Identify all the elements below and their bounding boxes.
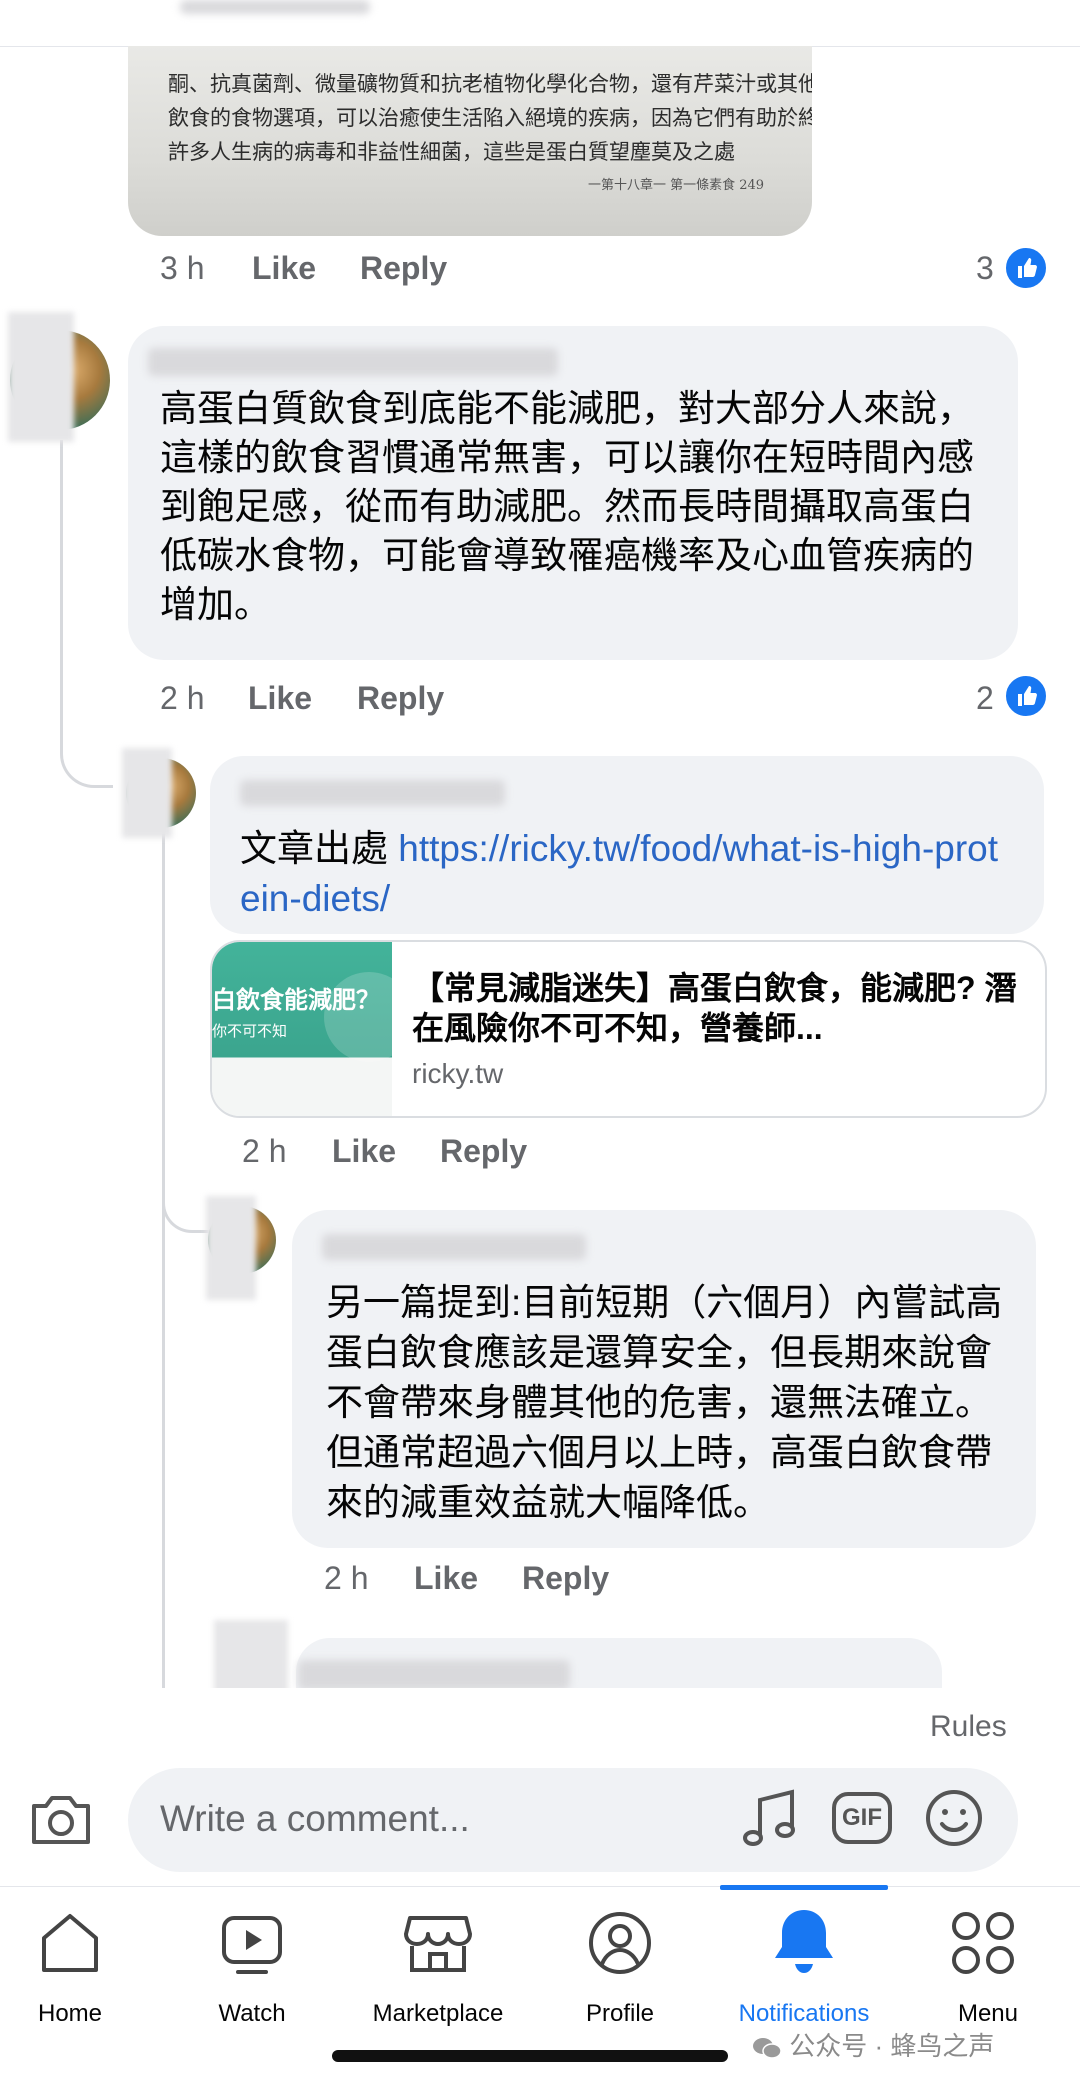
reply-text: 另一篇提到:目前短期（六個月）內嘗試高蛋白飲食應該是還算安全，但長期來說會不會帶… xyxy=(326,1282,1003,1523)
photo-line: 飲食的食物選項，可以治癒使生活陷入絕境的疾病，因為它們有助於終止導致 xyxy=(168,106,812,130)
reply-thread-line xyxy=(162,820,165,1690)
gif-icon[interactable]: GIF xyxy=(832,1792,892,1844)
comment-input[interactable]: Write a comment... GIF xyxy=(128,1768,1018,1872)
like-reaction-icon xyxy=(1003,673,1049,719)
wechat-icon xyxy=(752,2036,782,2060)
reply-button[interactable]: Reply xyxy=(522,1560,609,1597)
blurred-name xyxy=(180,0,370,14)
like-reaction-icon xyxy=(1003,245,1049,291)
home-icon xyxy=(42,1914,98,1972)
comment-input-placeholder: Write a comment... xyxy=(160,1798,470,1839)
nav-label-menu: Menu xyxy=(957,2000,1019,2027)
smiley-icon[interactable] xyxy=(924,1788,984,1848)
nav-home[interactable] xyxy=(30,1908,110,1978)
nav-notifications[interactable] xyxy=(764,1906,844,1978)
reply-bubble[interactable]: 另一篇提到:目前短期（六個月）內嘗試高蛋白飲食應該是還算安全，但長期來說會不會帶… xyxy=(292,1210,1036,1548)
photo-line: 酮、抗真菌劑、微量礦物質和抗老植物化學化合物，還有芹菜汁或其他單一 xyxy=(168,72,812,96)
rules-link[interactable]: Rules xyxy=(930,1710,1007,1744)
marketplace-icon xyxy=(404,1916,472,1972)
nav-watch[interactable] xyxy=(212,1912,292,1982)
home-indicator xyxy=(332,2050,728,2062)
blurred-author-name xyxy=(148,348,558,376)
reply-button[interactable]: Reply xyxy=(440,1133,527,1170)
comment-bubble[interactable]: 高蛋白質飲食到底能不能減肥，對大部分人來說，這樣的飲食習慣通常無害，可以讓你在短… xyxy=(128,326,1018,660)
reply-button[interactable]: Reply xyxy=(357,680,444,717)
link-preview-domain: ricky.tw xyxy=(412,1058,504,1089)
like-button[interactable]: Like xyxy=(332,1133,396,1170)
watch-icon xyxy=(222,1916,282,1974)
reply-time: 2 h xyxy=(324,1560,369,1596)
reply-text-prefix: 文章出處 xyxy=(240,828,399,869)
thread-connector xyxy=(60,440,113,788)
watermark: 公众号 · 蜂鸟之声 xyxy=(752,2026,994,2063)
nav-marketplace[interactable] xyxy=(398,1908,478,1978)
link-preview-title: 【常見減脂迷失】高蛋白飲食，能減肥? 潛在風險你不可不知，營養師... xyxy=(412,970,1017,1046)
thumbnail-subtitle: 你不可不知 xyxy=(212,1023,288,1040)
avatar-mask xyxy=(122,748,172,838)
reaction-count[interactable]: 2 xyxy=(976,680,994,717)
composer-area: Rules Write a comment... GIF xyxy=(0,1688,1080,1886)
comment-time: 3 h xyxy=(160,250,205,286)
top-header-remnant xyxy=(0,0,1080,47)
reaction-count[interactable]: 3 xyxy=(976,250,994,287)
like-button[interactable]: Like xyxy=(252,250,316,287)
camera-icon[interactable] xyxy=(28,1788,94,1850)
comment-text: 高蛋白質飲食到底能不能減肥，對大部分人來說，這樣的飲食習慣通常無害，可以讓你在短… xyxy=(160,388,974,625)
blurred-author-name xyxy=(322,1234,586,1260)
like-button[interactable]: Like xyxy=(248,680,312,717)
profile-icon xyxy=(589,1912,651,1974)
menu-grid-icon xyxy=(952,1912,1014,1974)
link-preview-card[interactable]: 白飲食能減肥？ 你不可不知 【常見減脂迷失】高蛋白飲食，能減肥? 潛在風險你不可… xyxy=(210,940,1047,1118)
blurred-author-name xyxy=(240,780,505,806)
photo-line: 許多人生病的病毒和非益性細菌，這些是蛋白質望塵莫及之處 xyxy=(168,140,735,164)
shared-photo[interactable]: 酮、抗真菌劑、微量礦物質和抗老植物化學化合物，還有芹菜汁或其他單一 飲食的食物選… xyxy=(128,46,812,236)
bell-icon xyxy=(775,1910,833,1973)
thumbnail-plate xyxy=(324,972,414,1062)
avatar-mask xyxy=(8,312,74,442)
avatar-mask xyxy=(206,1196,256,1300)
reply-bubble[interactable]: 文章出處 https://ricky.tw/food/what-is-high-… xyxy=(210,756,1044,934)
reply-button[interactable]: Reply xyxy=(360,250,447,287)
photo-footer: 一第十八章一 第一條素食 249 xyxy=(588,178,765,193)
watermark-text: 公众号 · 蜂鸟之声 xyxy=(789,2031,995,2061)
reply-text: 文章出處 https://ricky.tw/food/what-is-high-… xyxy=(240,824,1014,924)
reply-time: 2 h xyxy=(242,1133,287,1169)
music-note-icon[interactable] xyxy=(740,1786,800,1852)
nav-menu[interactable] xyxy=(948,1910,1018,1978)
comment-time: 2 h xyxy=(160,680,205,716)
like-button[interactable]: Like xyxy=(414,1560,478,1597)
link-preview-thumbnail: 白飲食能減肥？ 你不可不知 xyxy=(212,942,414,1116)
blurred-author-name xyxy=(298,1660,570,1690)
active-tab-indicator xyxy=(720,1885,888,1890)
nav-profile[interactable] xyxy=(580,1908,660,1978)
